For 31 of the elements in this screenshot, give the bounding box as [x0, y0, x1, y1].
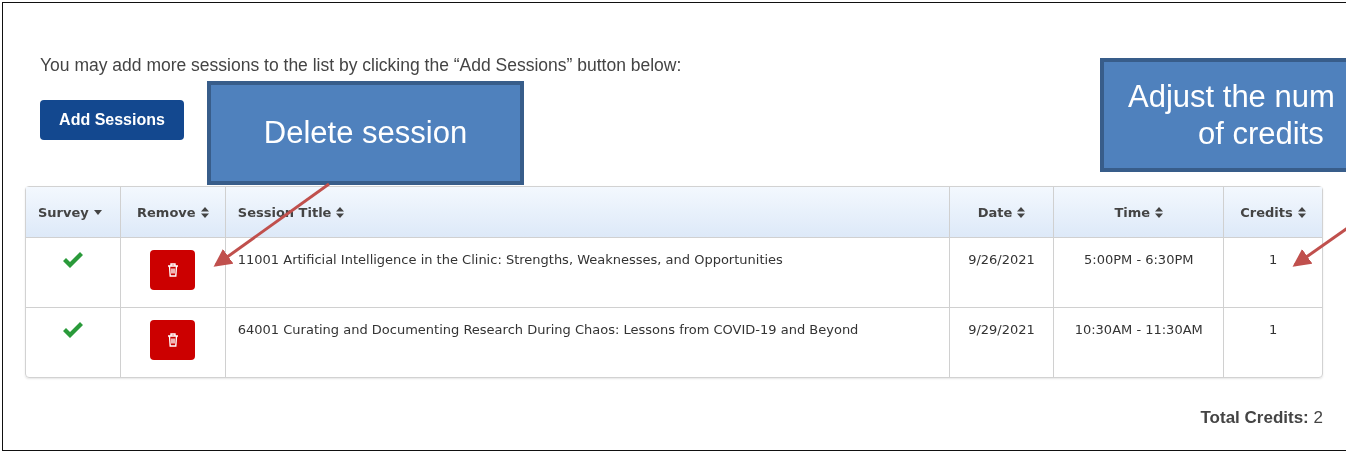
- column-header[interactable]: Remove: [120, 187, 226, 238]
- table-cell: 1: [1224, 238, 1322, 308]
- callout-box: Delete session: [207, 81, 524, 185]
- table-cell-text: 1: [1267, 321, 1279, 339]
- table-cell: 9/29/2021: [949, 308, 1055, 377]
- delete-button[interactable]: [150, 320, 196, 360]
- table-cell: 9/26/2021: [949, 238, 1055, 308]
- sort-icon: [1297, 206, 1306, 218]
- total-credits: Total Credits: 2: [1199, 408, 1323, 428]
- table-cell: 5:00PM - 6:30PM: [1054, 238, 1225, 308]
- trash-icon: [166, 263, 179, 277]
- sort-icon: [200, 206, 209, 218]
- column-header[interactable]: Credits: [1224, 187, 1322, 238]
- add-sessions-button[interactable]: Add Sessions: [40, 100, 184, 140]
- column-header[interactable]: Time: [1054, 187, 1225, 238]
- table-cell: 11001 Artificial Intelligence in the Clinic: Strengths, Weaknesses, and Opportunities: [225, 238, 950, 308]
- trash-icon: [166, 333, 179, 347]
- sort-down-icon: [93, 209, 102, 215]
- sort-icon: [1017, 206, 1026, 218]
- check-icon: [62, 252, 83, 269]
- table-cell: 10:30AM - 11:30AM: [1054, 308, 1225, 377]
- table-cell: 64001 Curating and Documenting Research During Chaos: Lessons from COVID-19 and Beyond: [225, 308, 950, 377]
- delete-button[interactable]: [150, 250, 196, 290]
- sort-icon: [336, 206, 345, 218]
- sort-icon: [1155, 206, 1164, 218]
- callout-box: Adjust the num of credits: [1100, 58, 1346, 172]
- instruction-text: You may add more sessions to the list by clicking the “Add Sessions” button below:: [40, 55, 683, 76]
- leader-line: [1292, 225, 1346, 267]
- column-header[interactable]: Survey: [26, 187, 121, 238]
- check-icon: [62, 322, 83, 339]
- column-header[interactable]: Date: [949, 187, 1055, 238]
